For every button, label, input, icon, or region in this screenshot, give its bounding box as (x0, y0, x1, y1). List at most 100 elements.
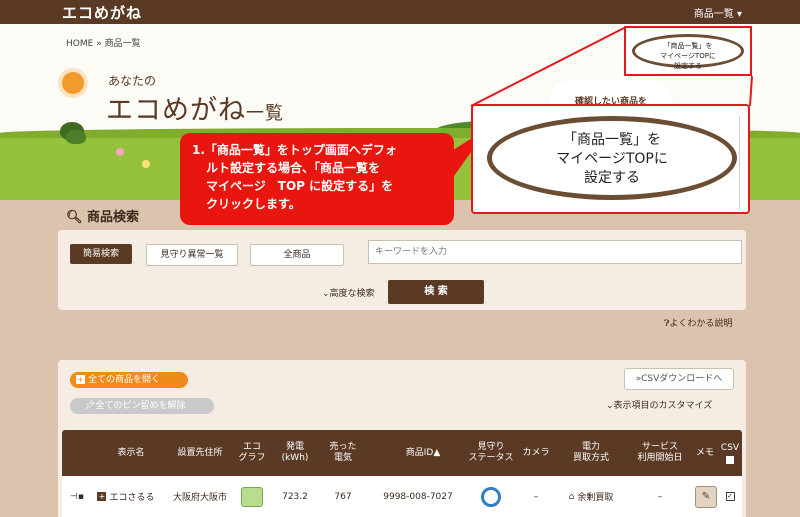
unpin-all-label: 全てのピン留めを解除 (95, 401, 186, 411)
row-purchase-cell: ⌂ 余剰買取 (554, 476, 628, 517)
bar-graph-icon[interactable] (241, 486, 263, 507)
top-bar: エコめがね 商品一覧 ▾ (0, 0, 800, 24)
col-header-name[interactable]: 表示名 (102, 430, 160, 476)
csv-download-button[interactable]: »CSVダウンロードへ (624, 368, 734, 390)
flower-icon (142, 160, 150, 168)
breadcrumb-current: 商品一覧 (104, 39, 141, 49)
col-header-text: カメラ (522, 447, 550, 458)
product-list-menu[interactable]: 商品一覧 ▾ (694, 5, 742, 20)
col-header-kwh[interactable]: 発電 (kWh) (272, 430, 318, 476)
col-header-text: 売った 電気 (329, 442, 357, 463)
table-row[interactable]: ⊣▪ + エコさるる 大阪府大阪市 723.2 767 9998-008-7027… (62, 476, 742, 517)
page-title: エコめがね一覧 (106, 88, 284, 127)
pin-icon[interactable]: ⊣▪ (62, 476, 92, 517)
set-mypage-top-button[interactable]: 「商品一覧」を マイページTOPに 設定する (632, 34, 744, 70)
set-mypage-top-button-zoomed[interactable]: 「商品一覧」を マイページTOPに 設定する (487, 116, 737, 200)
tab-alert-list[interactable]: 見守り異常一覧 (146, 244, 238, 266)
house-icon: ⌂ (568, 491, 575, 502)
search-section-title: 🔍︎ 商品検索 (66, 206, 139, 225)
col-header-text: 見守り ステータス (468, 442, 514, 463)
open-all-label: 全ての商品を開く (88, 375, 161, 385)
customize-columns-link[interactable]: ⌄表示項目のカスタマイズ (606, 398, 712, 411)
instruction-callout: 1.「商品一覧」をトップ画面へデフォ ルト設定する場合、「商品一覧を マイページ… (180, 133, 454, 225)
col-header-text: 表示名 (117, 447, 145, 458)
pencil-icon[interactable]: ✎ (695, 485, 717, 508)
app-logo[interactable]: エコめがね (62, 2, 142, 23)
col-header-address[interactable]: 設置先住所 (166, 430, 234, 476)
breadcrumb: HOME » 商品一覧 (66, 36, 141, 49)
col-header-text: 商品ID▲ (405, 447, 441, 458)
col-header-text: 電力 買取方式 (572, 442, 609, 463)
tab-simple-search[interactable]: 簡易検索 (70, 244, 132, 264)
chevron-down-icon: ⌄ (606, 401, 614, 411)
help-link-label: よくわかる説明 (669, 319, 733, 329)
help-link[interactable]: ❓︎よくわかる説明 (664, 316, 732, 329)
search-panel: 簡易検索 見守り異常一覧 全商品 ⌄高度な検索 検 索 (58, 230, 746, 310)
col-header-product-id[interactable]: 商品ID▲ (378, 430, 468, 476)
status-cell (462, 476, 520, 517)
pin-icon: 📌︎ (84, 401, 96, 411)
expand-icon[interactable]: + (97, 492, 107, 501)
col-header-csv: CSV (718, 430, 742, 476)
row-address: 大阪府大阪市 (172, 493, 227, 503)
page-title-main: エコめがね (106, 95, 246, 126)
row-name-cell[interactable]: + エコさるる (90, 476, 162, 517)
page-title-sub: あなたの (108, 74, 157, 88)
col-header-text: サービス 利用開始日 (637, 442, 683, 463)
zoomed-button-panel: 「商品一覧」を マイページTOPに 設定する (471, 104, 750, 214)
tree-icon (66, 130, 86, 144)
row-product-id: 9998-008-7027 (383, 491, 453, 502)
row-service-start: – (657, 491, 663, 502)
table-header: 表示名 設置先住所 エコ グラフ 発電 (kWh) 売った 電気 商品ID▲ 見… (62, 430, 742, 476)
col-header-status[interactable]: 見守り ステータス (462, 430, 520, 476)
col-header-eco-graph: エコ グラフ (234, 430, 270, 476)
button-line: 設定する (674, 62, 702, 70)
col-header-sold[interactable]: 売った 電気 (320, 430, 366, 476)
col-header-text: エコ グラフ (238, 442, 266, 463)
callout-line: マイページ TOP に設定する」を (206, 179, 394, 193)
tab-all-products[interactable]: 全商品 (250, 244, 344, 266)
col-header-text: CSV (720, 442, 740, 453)
row-kwh: 723.2 (282, 491, 308, 502)
callout-line: ルト設定する場合、「商品一覧を (206, 161, 381, 175)
sun-icon (62, 72, 84, 94)
col-header-text: 設置先住所 (177, 447, 223, 458)
eco-graph-cell (234, 476, 270, 517)
button-line: マイページTOPに (660, 52, 716, 60)
col-header-text: 発電 (kWh) (281, 442, 309, 463)
customize-label: 表示項目のカスタマイズ (613, 401, 713, 411)
csv-download-label: CSVダウンロードへ (641, 374, 723, 384)
col-header-purchase-method[interactable]: 電力 買取方式 (556, 430, 626, 476)
col-header-camera: カメラ (518, 430, 554, 476)
page-title-suffix: 一覧 (246, 103, 284, 124)
flower-icon (116, 148, 124, 156)
breadcrumb-home[interactable]: HOME (66, 39, 93, 49)
button-line: 「商品一覧」を (663, 42, 713, 50)
search-section-label: 商品検索 (87, 210, 140, 225)
callout-line: クリックします。 (206, 197, 301, 211)
csv-select-all-checkbox[interactable] (726, 455, 734, 464)
breadcrumb-separator: » (96, 39, 102, 49)
col-header-text: メモ (695, 447, 714, 458)
open-all-button[interactable]: + 全ての商品を開く (70, 372, 188, 388)
row-csv-checkbox[interactable]: ✓ (725, 492, 735, 501)
button-line: 設定する (584, 170, 640, 186)
row-name: エコさるる (109, 493, 155, 503)
status-ok-icon[interactable] (481, 486, 501, 507)
product-list-panel: + 全ての商品を開く 📌︎全てのピン留めを解除 »CSVダウンロードへ ⌄表示項目… (58, 360, 746, 517)
button-line: 「商品一覧」を (563, 132, 661, 148)
row-purchase: 余剰買取 (577, 493, 614, 503)
search-button[interactable]: 検 索 (388, 280, 484, 304)
keyword-input[interactable] (368, 240, 742, 264)
unpin-all-button[interactable]: 📌︎全てのピン留めを解除 (70, 398, 214, 414)
divider (739, 116, 740, 210)
col-header-service-start[interactable]: サービス 利用開始日 (628, 430, 692, 476)
search-icon: 🔍︎ (66, 210, 83, 225)
callout-line: 1.「商品一覧」をトップ画面へデフォ (192, 143, 397, 157)
advanced-search-toggle[interactable]: ⌄高度な検索 (322, 286, 375, 299)
plus-icon: + (76, 375, 85, 384)
memo-cell: ✎ (692, 476, 720, 517)
row-sold: 767 (334, 491, 352, 502)
csv-cell: ✓ (718, 476, 742, 517)
row-camera: – (533, 491, 539, 502)
